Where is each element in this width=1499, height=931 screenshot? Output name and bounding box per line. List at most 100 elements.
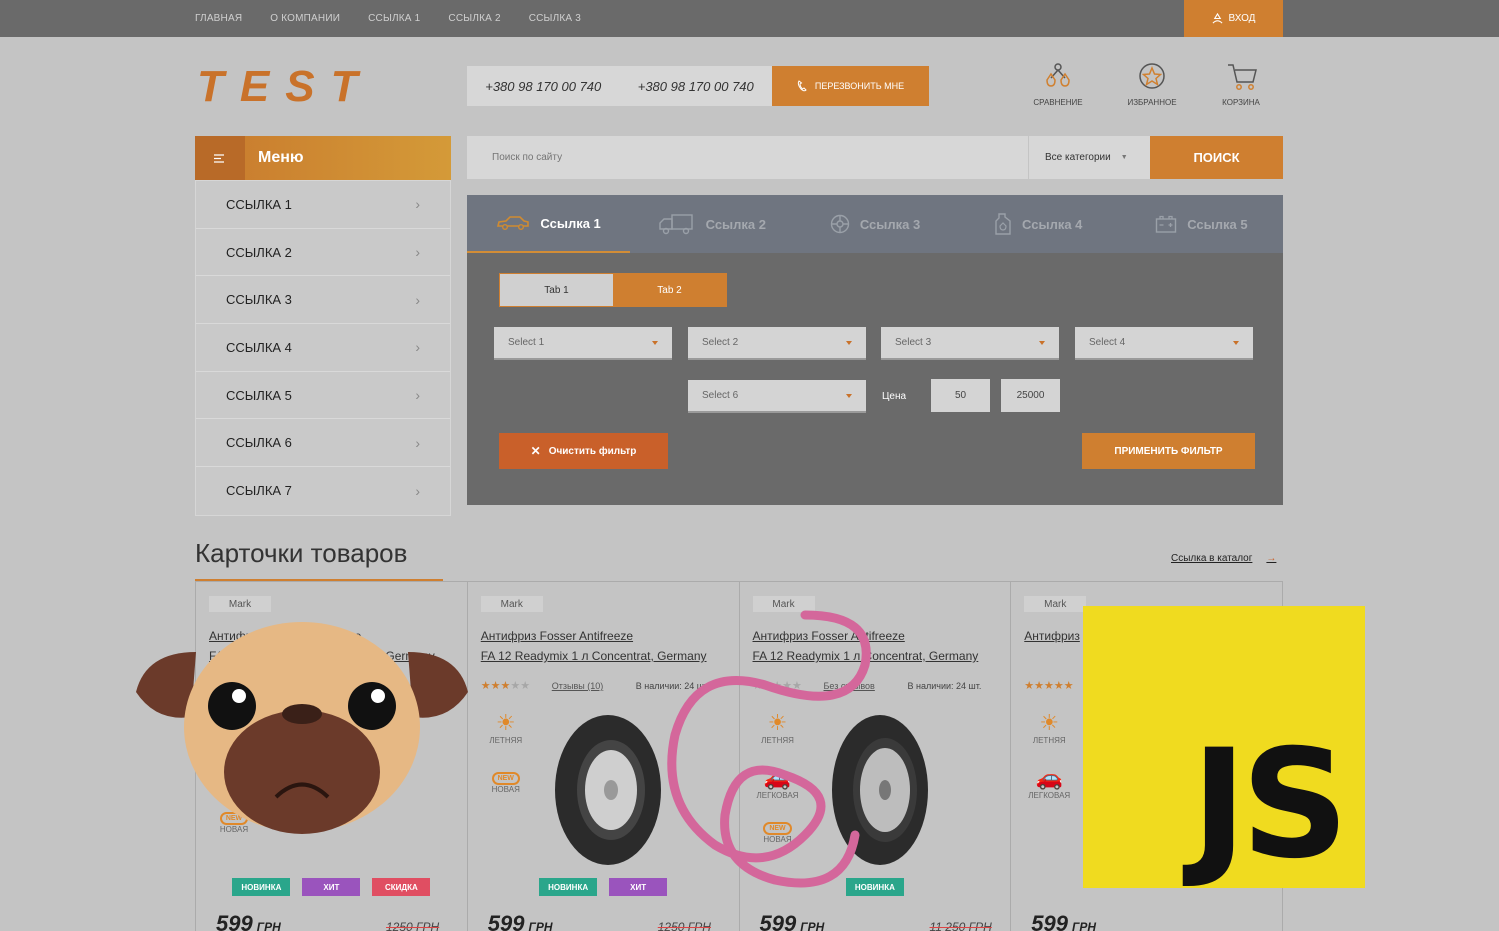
select-4[interactable]: Select 4 xyxy=(1075,327,1253,360)
apply-filter-button[interactable]: ПРИМЕНИТЬ ФИЛЬТР xyxy=(1082,433,1255,469)
top-nav-link-1[interactable]: ССЫЛКА 1 xyxy=(368,13,420,24)
catalog-link[interactable]: Ссылка в каталог → xyxy=(1171,553,1276,564)
section-title: Карточки товаров xyxy=(195,538,408,568)
sun-icon: ☀ xyxy=(495,710,516,735)
filter-tab-1[interactable]: Ссылка 1 xyxy=(467,195,631,253)
filter-subtabs: Tab 1 Tab 2 xyxy=(499,273,727,307)
price-value: 599 xyxy=(487,911,525,931)
select-2[interactable]: Select 2 xyxy=(688,327,866,360)
menu-item-1[interactable]: ССЫЛКА 1 › xyxy=(196,181,450,229)
select-3-value: Select 3 xyxy=(895,337,932,348)
menu-item-label: ССЫЛКА 5 xyxy=(226,387,292,403)
arrow-right-icon: → xyxy=(1266,553,1277,564)
top-nav-home[interactable]: ГЛАВНАЯ xyxy=(195,13,242,24)
car-icon: 🚗 xyxy=(1035,765,1063,790)
menu-item-label: ССЫЛКА 7 xyxy=(226,483,292,499)
menu-item-4[interactable]: ССЫЛКА 4 › xyxy=(196,324,450,372)
reviews-link[interactable]: Отзывы (10) xyxy=(552,681,603,691)
js-logo-text: JS xyxy=(1191,718,1349,892)
favorites-icon xyxy=(1139,63,1165,89)
clear-filter-button[interactable]: ✕ Очистить фильтр xyxy=(499,433,668,469)
product-price: 599 ГРН xyxy=(216,911,281,931)
feature-label: НОВАЯ xyxy=(491,785,520,794)
subtab-2[interactable]: Tab 2 xyxy=(613,274,726,306)
menu-item-label: ССЫЛКА 2 xyxy=(226,244,292,260)
caret-down-icon xyxy=(1039,340,1045,345)
select-1[interactable]: Select 1 xyxy=(494,327,672,360)
menu-item-label: ССЫЛКА 3 xyxy=(226,292,292,308)
menu-item-label: ССЫЛКА 6 xyxy=(226,435,292,451)
javascript-logo-sticker: JS xyxy=(1083,606,1365,888)
menu-item-2[interactable]: ССЫЛКА 2 › xyxy=(196,229,450,277)
price-currency: ГРН xyxy=(800,920,825,931)
compare-label: СРАВНЕНИЕ xyxy=(1033,98,1083,107)
price-value: 599 xyxy=(1031,911,1068,931)
product-mark: Mark xyxy=(480,596,543,612)
feature-label: ЛЕТНЯЯ xyxy=(1032,736,1066,745)
category-select[interactable]: Все категории ▼ xyxy=(1028,136,1150,179)
product-mark: Mark xyxy=(209,596,271,612)
product-price: 599 ГРН xyxy=(760,911,825,931)
top-nav-link-2[interactable]: ССЫЛКА 2 xyxy=(448,13,500,24)
subtab-1[interactable]: Tab 1 xyxy=(500,274,613,306)
category-select-value: Все категории xyxy=(1045,152,1111,163)
select-4-value: Select 4 xyxy=(1089,337,1126,348)
select-6[interactable]: Select 6 xyxy=(688,380,866,413)
clear-filter-label: Очистить фильтр xyxy=(548,445,637,457)
caret-down-icon xyxy=(846,393,852,398)
chevron-right-icon: › xyxy=(415,434,420,451)
stock-status: В наличии: 24 шт. xyxy=(907,681,982,691)
price-currency: ГРН xyxy=(528,920,553,931)
feature-label: ЛЕГКОВАЯ xyxy=(1028,791,1071,800)
filter-tab-5[interactable]: Ссылка 5 xyxy=(1120,195,1283,253)
callback-button[interactable]: ПЕРЕЗВОНИТЬ МНЕ xyxy=(772,66,929,106)
menu-header[interactable]: Меню xyxy=(195,136,451,180)
search-bar: Все категории ▼ xyxy=(467,136,1150,179)
filter-tab-4[interactable]: Ссылка 4 xyxy=(957,195,1120,253)
feature-summer: ☀ ЛЕТНЯЯ xyxy=(481,710,531,745)
login-button[interactable]: ВХОД xyxy=(1184,0,1283,37)
menu-item-5[interactable]: ССЫЛКА 5 › xyxy=(196,372,450,420)
site-logo[interactable]: TEST xyxy=(197,62,373,112)
wheel-icon xyxy=(830,214,850,234)
price-currency: ГРН xyxy=(256,920,281,931)
price-min-input[interactable]: 50 xyxy=(931,379,990,412)
filter-tab-2[interactable]: Ссылка 2 xyxy=(630,195,793,253)
chevron-right-icon: › xyxy=(415,291,420,308)
feature-car: 🚗 ЛЕГКОВАЯ xyxy=(1024,765,1074,800)
price-label: Цена xyxy=(882,391,907,402)
badge-new: НОВИНКА xyxy=(539,878,598,896)
filter-tab-label: Ссылка 1 xyxy=(540,215,601,231)
select-3[interactable]: Select 3 xyxy=(881,327,1059,360)
cart-link[interactable]: КОРЗИНА xyxy=(1206,62,1276,107)
category-menu: ССЫЛКА 1 › ССЫЛКА 2 › ССЫЛКА 3 › ССЫЛКА 4 › … xyxy=(195,180,451,516)
caret-down-icon xyxy=(1233,340,1239,345)
favorites-link[interactable]: ИЗБРАННОЕ xyxy=(1117,62,1187,107)
phone-1[interactable]: +380 98 170 00 740 xyxy=(485,79,601,94)
search-input[interactable] xyxy=(467,136,1028,179)
sass-logo-sticker xyxy=(667,610,871,888)
top-nav-link-3[interactable]: ССЫЛКА 3 xyxy=(529,13,581,24)
cart-label: КОРЗИНА xyxy=(1222,98,1260,107)
caret-down-icon xyxy=(846,340,852,345)
menu-item-7[interactable]: ССЫЛКА 7 › xyxy=(196,467,450,515)
top-nav-about[interactable]: О КОМПАНИИ xyxy=(270,13,340,24)
menu-item-6[interactable]: ССЫЛКА 6 › xyxy=(196,419,450,468)
compare-icon xyxy=(1046,63,1070,87)
menu-item-3[interactable]: ССЫЛКА 3 › xyxy=(196,276,450,325)
product-price: 599 ГРН xyxy=(488,911,553,931)
cart-icon xyxy=(1228,64,1257,90)
select-6-value: Select 6 xyxy=(702,390,739,401)
price-max-input[interactable]: 25000 xyxy=(1001,379,1060,412)
product-old-price: 1250 ГРН xyxy=(657,920,711,931)
search-button[interactable]: ПОИСК xyxy=(1150,136,1283,179)
compare-link[interactable]: СРАВНЕНИЕ xyxy=(1023,62,1093,107)
phone-2[interactable]: +380 98 170 00 740 xyxy=(638,79,754,94)
product-old-price: 11 250 ГРН xyxy=(929,920,992,931)
filter-tab-3[interactable]: Ссылка 3 xyxy=(793,195,956,253)
truck-icon xyxy=(658,214,693,235)
battery-icon xyxy=(1156,215,1177,233)
product-mark: Mark xyxy=(1024,596,1087,612)
feature-summer: ☀ ЛЕТНЯЯ xyxy=(1024,710,1074,745)
select-2-value: Select 2 xyxy=(702,337,739,348)
